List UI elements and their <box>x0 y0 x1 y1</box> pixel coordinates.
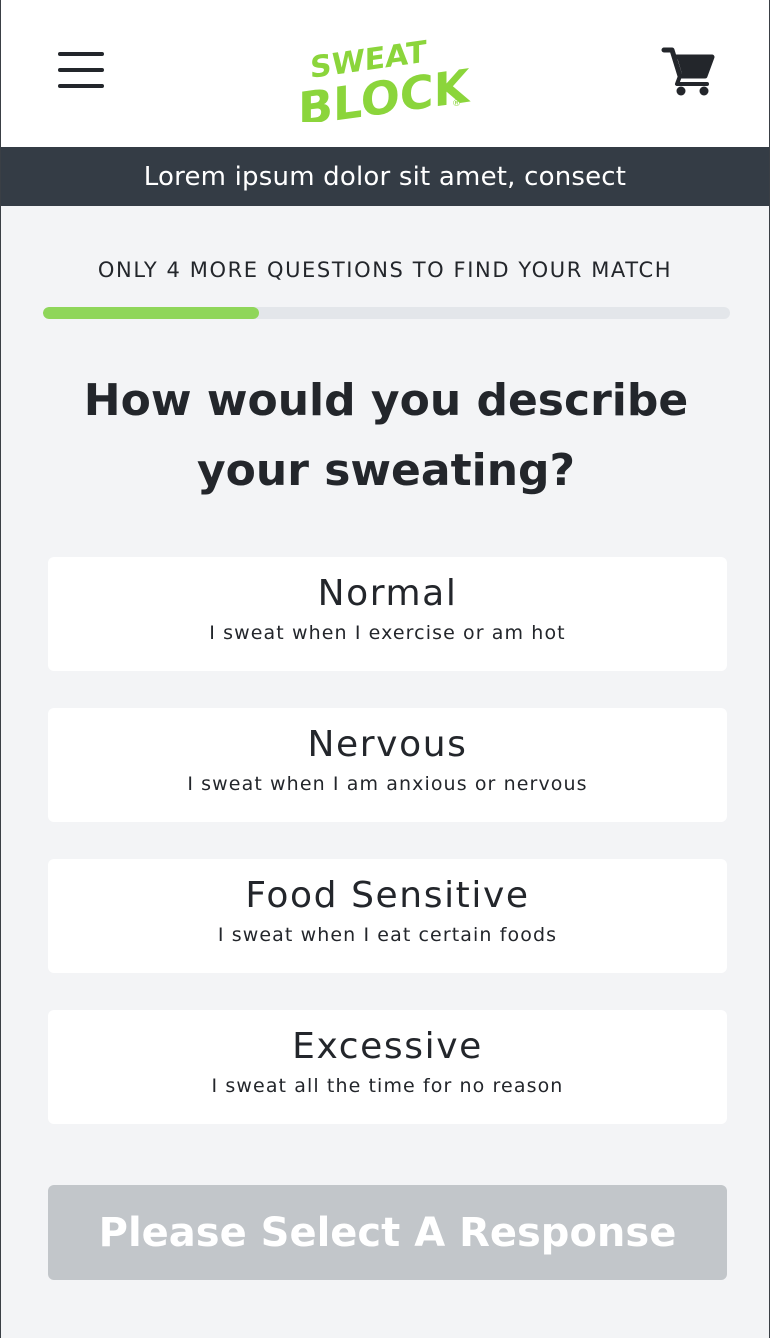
promo-banner: Lorem ipsum dolor sit amet, consect <box>1 147 769 206</box>
option-food-sensitive[interactable]: Food Sensitive I sweat when I eat certai… <box>48 859 727 973</box>
app-frame: SWEAT BLOCK ® Lorem ipsum dolor sit amet… <box>0 0 770 1338</box>
option-subtitle: I sweat when I exercise or am hot <box>209 622 566 644</box>
progress-bar-fill <box>43 307 259 319</box>
promo-banner-text: Lorem ipsum dolor sit amet, consect <box>143 161 627 192</box>
question-title: How would you describe your sweating? <box>41 366 731 506</box>
submit-response-button[interactable]: Please Select A Response <box>48 1185 727 1280</box>
shopping-cart-icon[interactable] <box>661 44 715 98</box>
option-nervous[interactable]: Nervous I sweat when I am anxious or ner… <box>48 708 727 822</box>
option-excessive[interactable]: Excessive I sweat all the time for no re… <box>48 1010 727 1124</box>
hamburger-menu-icon[interactable] <box>58 48 104 92</box>
progress-bar <box>43 307 730 319</box>
option-title: Excessive <box>292 1026 483 1067</box>
header: SWEAT BLOCK ® <box>1 0 769 147</box>
option-subtitle: I sweat when I am anxious or nervous <box>187 773 588 795</box>
option-title: Normal <box>317 573 458 614</box>
option-subtitle: I sweat when I eat certain foods <box>217 924 558 946</box>
progress-label: ONLY 4 MORE QUESTIONS TO FIND YOUR MATCH <box>97 258 673 282</box>
option-title: Food Sensitive <box>245 875 530 916</box>
brand-logo[interactable]: SWEAT BLOCK ® <box>296 22 476 122</box>
question-text: How would you describe your sweating? <box>83 375 689 496</box>
option-title: Nervous <box>307 724 468 765</box>
option-subtitle: I sweat all the time for no reason <box>211 1075 564 1097</box>
registered-mark: ® <box>452 99 461 109</box>
option-normal[interactable]: Normal I sweat when I exercise or am hot <box>48 557 727 671</box>
